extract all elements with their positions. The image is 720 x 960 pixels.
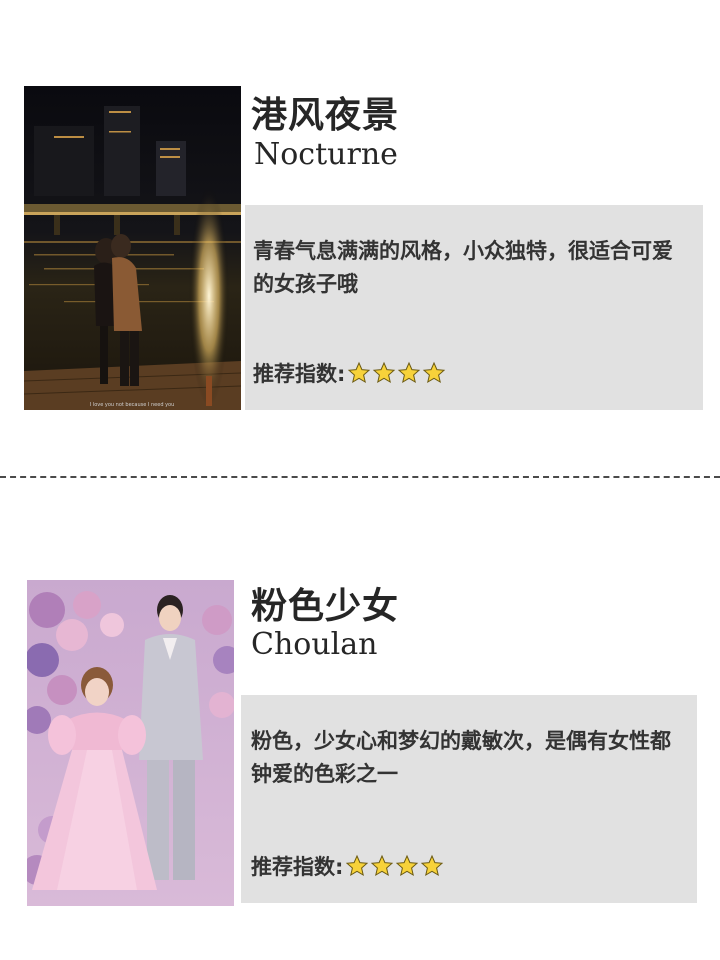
rating-label: 推荐指数: — [251, 855, 344, 879]
star-icon — [421, 854, 444, 877]
pink-couple-photo — [27, 580, 234, 906]
star-icon — [371, 854, 394, 877]
star-icon — [396, 854, 419, 877]
star-icon — [346, 854, 369, 877]
style-title-en: Choulan — [251, 627, 378, 662]
style-title-cn: 粉色少女 — [251, 586, 400, 627]
recommendation-rating: 推荐指数: — [251, 851, 445, 881]
description-box: 粉色，少女心和梦幻的戴敏次，是偶有女性都钟爱的色彩之一 推荐指数: — [241, 695, 697, 903]
style-card-choulan: 粉色少女 Choulan 粉色，少女心和梦幻的戴敏次，是偶有女性都钟爱的色彩之一… — [0, 0, 720, 960]
style-description: 粉色，少女心和梦幻的戴敏次，是偶有女性都钟爱的色彩之一 — [251, 729, 671, 786]
rating-stars — [345, 854, 445, 878]
